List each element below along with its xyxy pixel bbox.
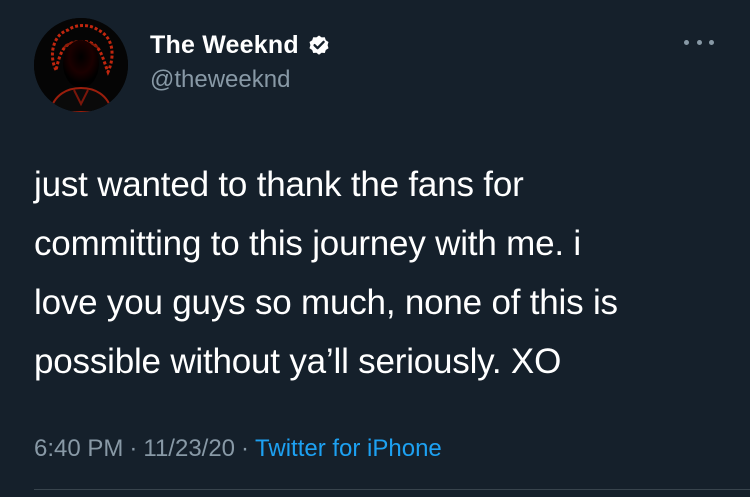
verified-badge-icon	[307, 33, 331, 57]
avatar-image	[34, 18, 128, 112]
more-dot	[709, 39, 714, 45]
more-dot	[696, 39, 702, 45]
tweet-text-line: just wanted to thank the fans for	[34, 165, 524, 204]
tweet-meta: 6:40 PM · 11/23/20 · Twitter for iPhone	[34, 434, 442, 464]
tweet-time[interactable]: 6:40 PM	[34, 435, 123, 462]
display-name[interactable]: The Weeknd	[150, 30, 299, 60]
meta-separator: ·	[129, 435, 138, 462]
tweet-text-line: love you guys so much, none of this is	[34, 283, 618, 322]
meta-separator: ·	[241, 435, 250, 462]
tweet-date[interactable]: 11/23/20	[143, 435, 235, 462]
tweet-text: just wanted to thank the fans for commit…	[34, 155, 734, 391]
more-horizontal-icon[interactable]	[684, 34, 714, 50]
handle[interactable]: @theweeknd	[150, 66, 290, 94]
more-dot	[684, 39, 689, 45]
tweet-text-line: possible without ya’ll seriously. XO	[34, 342, 562, 381]
avatar[interactable]	[34, 18, 128, 112]
tweet-card: The Weeknd @theweeknd just wanted to tha…	[0, 0, 750, 497]
tweet-source-link[interactable]: Twitter for iPhone	[255, 435, 442, 462]
display-name-row: The Weeknd	[150, 30, 331, 60]
tweet-text-line: committing to this journey with me. i	[34, 224, 581, 263]
divider	[34, 489, 750, 490]
